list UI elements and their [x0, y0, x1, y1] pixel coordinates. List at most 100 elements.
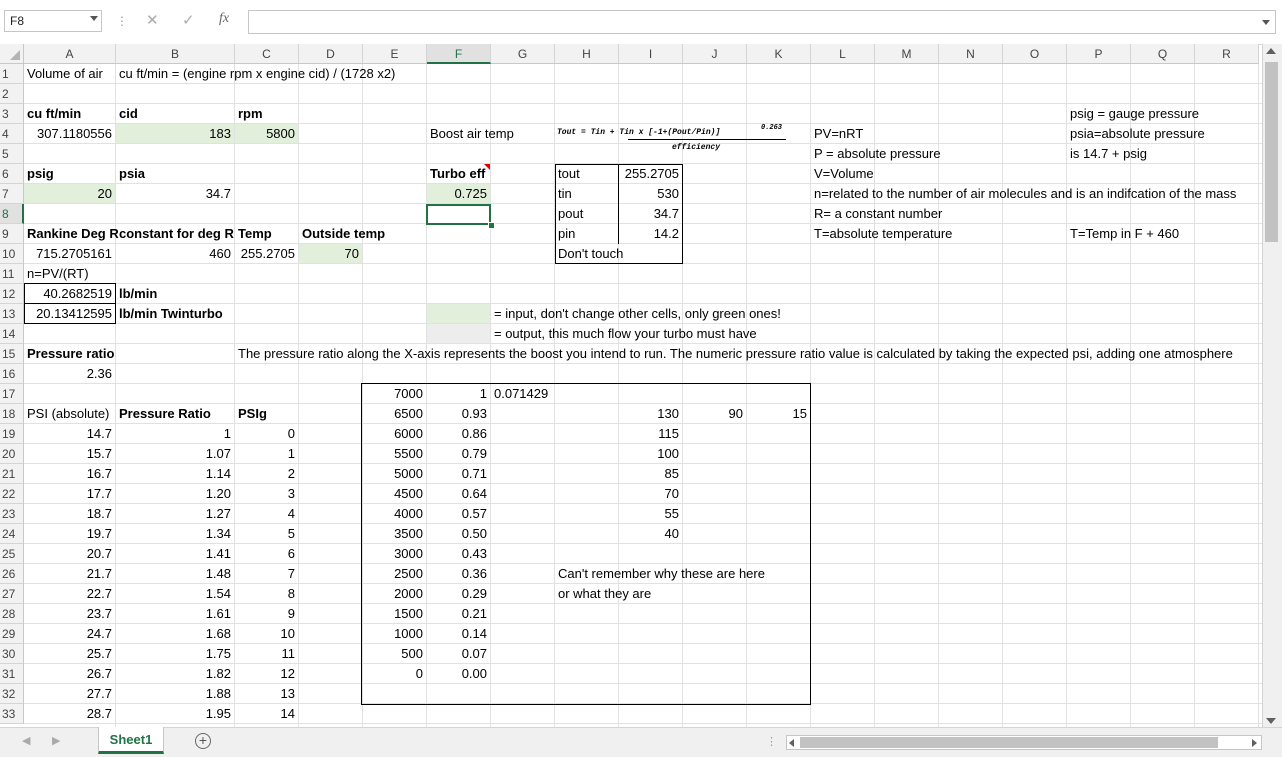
cell-a29[interactable]: 24.7 [24, 624, 115, 644]
column-header-d[interactable]: D [299, 44, 363, 64]
cell-e23[interactable]: 4000 [363, 504, 426, 524]
row-header-26[interactable]: 26 [0, 564, 24, 584]
row-header-3[interactable]: 3 [0, 104, 24, 124]
column-header-a[interactable]: A [24, 44, 116, 64]
column-header-g[interactable]: G [491, 44, 555, 64]
cell-e24[interactable]: 3500 [363, 524, 426, 544]
cell-c23[interactable]: 4 [235, 504, 298, 524]
cell-h26[interactable]: Can't remember why these are here [555, 564, 768, 584]
cell-c29[interactable]: 10 [235, 624, 298, 644]
column-header-p[interactable]: P [1067, 44, 1131, 64]
more-vertical-icon[interactable]: ⋮ [116, 13, 128, 29]
cell-f18[interactable]: 0.93 [427, 404, 490, 424]
cell-b33[interactable]: 1.95 [116, 704, 234, 724]
row-header-24[interactable]: 24 [0, 524, 24, 544]
row-header-9[interactable]: 9 [0, 224, 24, 244]
row-header-13[interactable]: 13 [0, 304, 24, 324]
cell-g17[interactable]: 0.071429 [491, 384, 551, 404]
cell-a24[interactable]: 19.7 [24, 524, 115, 544]
row-header-32[interactable]: 32 [0, 684, 24, 704]
cell-c21[interactable]: 2 [235, 464, 298, 484]
cell-i6[interactable]: 255.2705 [619, 164, 682, 184]
row-header-25[interactable]: 25 [0, 544, 24, 564]
row-header-30[interactable]: 30 [0, 644, 24, 664]
cell-c30[interactable]: 11 [235, 644, 298, 664]
cell-b27[interactable]: 1.54 [116, 584, 234, 604]
row-header-17[interactable]: 17 [0, 384, 24, 404]
column-header-c[interactable]: C [235, 44, 299, 64]
vertical-scroll-thumb[interactable] [1265, 62, 1278, 242]
row-header-12[interactable]: 12 [0, 284, 24, 304]
cell-c9[interactable]: Temp [235, 224, 275, 244]
formula-input[interactable] [248, 10, 1276, 34]
horizontal-scroll-thumb[interactable] [800, 737, 1218, 748]
column-header-q[interactable]: Q [1131, 44, 1195, 64]
cell-a33[interactable]: 28.7 [24, 704, 115, 724]
row-header-16[interactable]: 16 [0, 364, 24, 384]
cell-b19[interactable]: 1 [116, 424, 234, 444]
cell-f23[interactable]: 0.57 [427, 504, 490, 524]
row-header-7[interactable]: 7 [0, 184, 24, 204]
cell-b20[interactable]: 1.07 [116, 444, 234, 464]
cell-e20[interactable]: 5500 [363, 444, 426, 464]
cell-d10[interactable]: 70 [299, 244, 362, 264]
cell-a6[interactable]: psig [24, 164, 57, 184]
cell-e25[interactable]: 3000 [363, 544, 426, 564]
cell-b10[interactable]: 460 [116, 244, 234, 264]
check-icon[interactable]: ✓ [182, 11, 195, 29]
cell-a15[interactable]: Pressure ratio [24, 344, 117, 364]
cell-f20[interactable]: 0.79 [427, 444, 490, 464]
cell-g14[interactable]: = output, this much flow your turbo must… [491, 324, 760, 344]
insert-function-icon[interactable]: fx [219, 11, 229, 27]
cell-a18[interactable]: PSI (absolute) [24, 404, 112, 424]
active-cell-selection[interactable] [426, 204, 491, 225]
column-header-l[interactable]: L [811, 44, 875, 64]
cell-f25[interactable]: 0.43 [427, 544, 490, 564]
cell-e30[interactable]: 500 [363, 644, 426, 664]
cell-a27[interactable]: 22.7 [24, 584, 115, 604]
cell-f21[interactable]: 0.71 [427, 464, 490, 484]
cell-a4[interactable]: 307.1180556 [24, 124, 115, 144]
cell-c19[interactable]: 0 [235, 424, 298, 444]
previous-sheet-icon[interactable]: ◀ [22, 734, 30, 747]
cell-f6[interactable]: Turbo eff [427, 164, 488, 184]
cell-a3[interactable]: cu ft/min [24, 104, 84, 124]
comment-indicator-icon[interactable] [484, 164, 490, 170]
cell-e19[interactable]: 6000 [363, 424, 426, 444]
cell-d9[interactable]: Outside temp [299, 224, 388, 244]
row-header-18[interactable]: 18 [0, 404, 24, 424]
cell-f26[interactable]: 0.36 [427, 564, 490, 584]
scroll-up-icon[interactable] [1266, 48, 1276, 54]
cell-l4[interactable]: PV=nRT [811, 124, 866, 144]
cell-a21[interactable]: 16.7 [24, 464, 115, 484]
row-header-10[interactable]: 10 [0, 244, 24, 264]
cell-l8[interactable]: R= a constant number [811, 204, 945, 224]
cell-i8[interactable]: 34.7 [619, 204, 682, 224]
select-all-button[interactable] [0, 44, 24, 64]
cell-i24[interactable]: 40 [619, 524, 682, 544]
cell-j18[interactable]: 90 [683, 404, 746, 424]
more-vertical-icon[interactable]: ⋮ [766, 735, 777, 748]
cell-h6[interactable]: tout [555, 164, 583, 184]
cell-a25[interactable]: 20.7 [24, 544, 115, 564]
formula-image[interactable]: Tout = Tin + Tin x [-1+(Pout/Pin)] [557, 128, 720, 138]
cell-c25[interactable]: 6 [235, 544, 298, 564]
row-header-15[interactable]: 15 [0, 344, 24, 364]
column-header-e[interactable]: E [363, 44, 427, 64]
cell-c4[interactable]: 5800 [235, 124, 298, 144]
cell-f31[interactable]: 0.00 [427, 664, 490, 684]
cell-c32[interactable]: 13 [235, 684, 298, 704]
cell-b9[interactable]: constant for deg R [116, 224, 237, 244]
column-header-m[interactable]: M [875, 44, 939, 64]
x-icon[interactable]: ✕ [146, 11, 159, 29]
cell-i22[interactable]: 70 [619, 484, 682, 504]
column-header-i[interactable]: I [619, 44, 683, 64]
cell-f28[interactable]: 0.21 [427, 604, 490, 624]
cell-e21[interactable]: 5000 [363, 464, 426, 484]
column-header-k[interactable]: K [747, 44, 811, 64]
cell-b4[interactable]: 183 [116, 124, 234, 144]
row-header-14[interactable]: 14 [0, 324, 24, 344]
cell-l7[interactable]: n=related to the number of air molecules… [811, 184, 1239, 204]
column-header-j[interactable]: J [683, 44, 747, 64]
cell-f19[interactable]: 0.86 [427, 424, 490, 444]
